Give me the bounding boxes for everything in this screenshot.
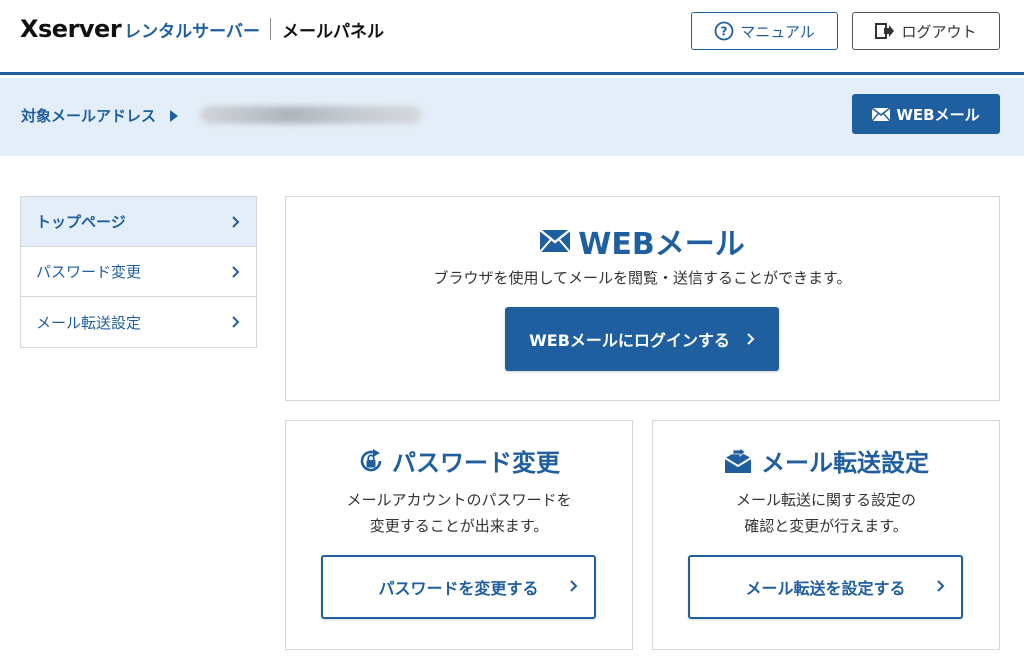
change-password-button[interactable]: パスワードを変更する bbox=[321, 555, 596, 619]
logout-icon bbox=[875, 22, 895, 40]
password-title-text: パスワード変更 bbox=[392, 449, 560, 477]
triangle-right-icon bbox=[170, 109, 179, 122]
chevron-right-icon bbox=[231, 265, 240, 279]
set-mail-forward-label: メール転送を設定する bbox=[745, 579, 906, 598]
logout-label: ログアウト bbox=[901, 22, 977, 41]
logo-divider bbox=[270, 18, 272, 40]
chevron-right-icon bbox=[569, 579, 578, 593]
target-address-text: 対象メールアドレス bbox=[21, 107, 157, 125]
password-card: パスワード変更 メールアカウントのパスワードを 変更することが出来ます。 パスワ… bbox=[285, 420, 633, 650]
password-card-title: パスワード変更 bbox=[286, 443, 632, 478]
mail-forward-card-title: メール転送設定 bbox=[653, 443, 999, 478]
set-mail-forward-button[interactable]: メール転送を設定する bbox=[688, 555, 963, 619]
chevron-right-icon bbox=[231, 215, 240, 229]
password-description-line-2: 変更することが出来ます。 bbox=[369, 517, 549, 535]
target-address-label: 対象メールアドレス bbox=[21, 105, 179, 126]
webmail-top-button[interactable]: WEBメール bbox=[852, 94, 1000, 134]
sidebar-nav: トップページ パスワード変更 メール転送設定 bbox=[20, 196, 257, 348]
webmail-login-button[interactable]: WEBメールにログインする bbox=[505, 307, 779, 371]
sidebar-item-mail-forward[interactable]: メール転送設定 bbox=[21, 297, 256, 347]
logo[interactable]: Xserver レンタルサーバー メールパネル bbox=[20, 14, 384, 44]
header: Xserver レンタルサーバー メールパネル ? マニュアル ログアウト bbox=[0, 0, 1024, 75]
target-address-bar: 対象メールアドレス WEBメール bbox=[0, 78, 1024, 156]
change-password-label: パスワードを変更する bbox=[378, 579, 539, 598]
manual-button[interactable]: ? マニュアル bbox=[691, 12, 838, 50]
logo-panel-name: メールパネル bbox=[282, 21, 385, 42]
webmail-top-label: WEBメール bbox=[896, 105, 980, 124]
lock-refresh-icon bbox=[358, 448, 384, 474]
password-description: メールアカウントのパスワードを 変更することが出来ます。 bbox=[286, 487, 632, 539]
mail-forward-description-line-1: メール転送に関する設定の bbox=[735, 491, 916, 509]
sidebar-item-label: トップページ bbox=[36, 213, 126, 231]
sidebar-item-label: メール転送設定 bbox=[36, 313, 142, 332]
email-address-redacted bbox=[200, 106, 422, 124]
mail-forward-title-text: メール転送設定 bbox=[761, 449, 929, 477]
envelope-icon bbox=[540, 230, 571, 252]
envelope-icon bbox=[872, 107, 891, 121]
logo-brand: Xserver bbox=[20, 15, 122, 43]
mail-forward-description-line-2: 確認と変更が行えます。 bbox=[744, 517, 908, 535]
chevron-right-icon bbox=[936, 579, 945, 593]
webmail-login-label: WEBメールにログインする bbox=[529, 331, 730, 350]
sidebar-item-password-change[interactable]: パスワード変更 bbox=[21, 247, 256, 297]
chevron-right-icon bbox=[746, 332, 755, 346]
webmail-title-text: WEBメール bbox=[578, 227, 745, 262]
mail-forward-description: メール転送に関する設定の 確認と変更が行えます。 bbox=[653, 487, 999, 539]
chevron-right-icon bbox=[231, 315, 240, 329]
mail-forward-icon bbox=[723, 447, 753, 474]
manual-label: マニュアル bbox=[740, 22, 815, 41]
mail-forward-card: メール転送設定 メール転送に関する設定の 確認と変更が行えます。 メール転送を設… bbox=[652, 420, 1000, 650]
sidebar-item-label: パスワード変更 bbox=[36, 263, 142, 281]
question-circle-icon: ? bbox=[714, 21, 734, 41]
svg-text:?: ? bbox=[721, 25, 728, 39]
logo-product: レンタルサーバー bbox=[124, 21, 261, 42]
logout-button[interactable]: ログアウト bbox=[852, 12, 1000, 50]
sidebar-item-top-page[interactable]: トップページ bbox=[21, 197, 256, 247]
password-description-line-1: メールアカウントのパスワードを bbox=[346, 491, 572, 509]
webmail-card-title: WEBメール bbox=[286, 219, 999, 263]
webmail-description: ブラウザを使用してメールを閲覧・送信することができます。 bbox=[433, 269, 852, 287]
webmail-card: WEBメール ブラウザを使用してメールを閲覧・送信することができます。 WEBメ… bbox=[285, 196, 1000, 401]
